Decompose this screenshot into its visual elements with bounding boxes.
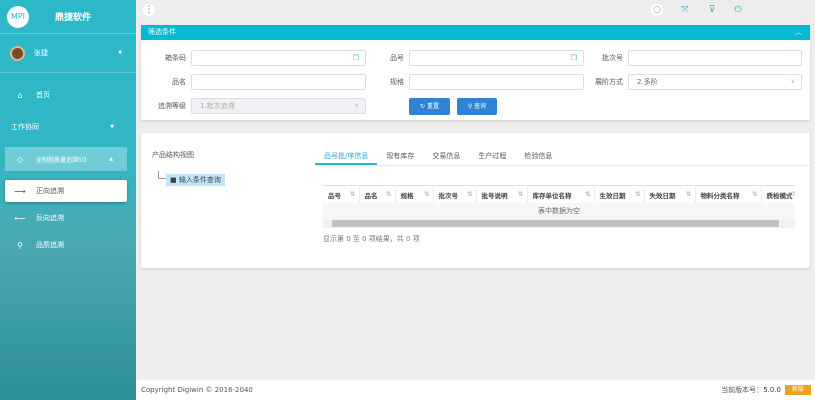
column-header[interactable]: 失效日期 ⇅ <box>644 185 696 203</box>
filter-panel-header[interactable]: 筛选条件 ︿ <box>141 25 810 40</box>
sidebar-item-label: 品质追溯 <box>36 241 64 249</box>
sort-icon[interactable]: ⇅ <box>350 190 355 198</box>
arrow-left-icon: ⟵ <box>14 213 26 223</box>
sidebar-item-quality-trace[interactable]: ⚲ 品质追溯 <box>0 234 136 256</box>
sort-icon[interactable]: ⇅ <box>467 190 472 198</box>
reset-button[interactable]: ↻ 重置 <box>409 98 450 115</box>
menu-icon[interactable]: ⋮ <box>143 4 155 16</box>
panel-title: 筛选条件 <box>148 28 176 36</box>
sidebar-item-trace5d[interactable]: ◇ 全制程质量追溯5D ▲ <box>5 147 127 171</box>
sort-icon[interactable]: ⇅ <box>518 190 523 198</box>
version: 当前版本号：5.0.0 <box>721 386 781 394</box>
item-name-input[interactable] <box>191 74 366 90</box>
column-header[interactable]: 品名 ⇅ <box>359 185 396 203</box>
sidebar-item-label: 工作协同 <box>11 123 39 131</box>
chevron-up-icon[interactable]: ︿ <box>795 25 802 40</box>
item-no-input[interactable]: ❐ <box>409 50 584 66</box>
column-header[interactable]: 规格 ⇅ <box>395 185 434 203</box>
diamond-icon: ◇ <box>16 154 24 164</box>
result-panel: 产品结构视图 ■ 输入条件查询 品号批/序信息 现有库存 交易信息 生产过程 检… <box>141 133 810 268</box>
tab-inspection[interactable]: 检验信息 <box>515 149 561 165</box>
sidebar-item-collab[interactable]: 工作协同 ▼ <box>0 116 136 138</box>
result-tabs: 品号批/序信息 现有库存 交易信息 生产过程 检验信息 <box>315 149 810 166</box>
column-header[interactable]: 品号 ⇅ <box>323 185 360 203</box>
user-name: 张捷 <box>34 49 48 57</box>
user-menu[interactable]: 张捷 ▼ <box>0 34 136 73</box>
sidebar: MPI 鼎捷软件 张捷 ▼ ⌂ 首页 工作协同 ▼ ◇ 全制程质量追溯5D ▲ ⟶ 正向追溯 … <box>0 0 136 400</box>
filter-panel: 筛选条件 ︿ 箱条码 ❐ 品号 ❐ 批次号 品名 规格 展阶方式 2.多阶 ∨ 追溯… <box>141 25 810 120</box>
arrow-right-icon: ⟶ <box>14 186 26 196</box>
refresh-icon: ↻ <box>420 103 427 110</box>
sidebar-item-forward-trace[interactable]: ⟶ 正向追溯 <box>5 180 127 202</box>
tree-title: 产品结构视图 <box>152 151 194 159</box>
table-summary: 显示第 0 至 0 项结果，共 0 项 <box>323 235 420 243</box>
barcode-input[interactable]: ❐ <box>191 50 366 66</box>
sidebar-item-label: 正向追溯 <box>36 187 64 195</box>
tree-node[interactable]: ■ 输入条件查询 <box>166 174 225 186</box>
caret-down-icon: ▼ <box>118 50 122 56</box>
horizontal-scrollbar[interactable] <box>323 219 795 228</box>
result-table: 品号 ⇅ 品名 ⇅ 规格 ⇅ 批次号 ⇅ 批号说明 ⇅ 库存单位名称 ⇅ 生效日期 ⇅ 失效日期 ⇅ 物料分类名… <box>323 185 795 203</box>
caret-up-icon: ▲ <box>109 156 113 162</box>
logo: MPI 鼎捷软件 <box>0 0 136 34</box>
sidebar-item-home[interactable]: ⌂ 首页 <box>0 84 136 106</box>
sidebar-item-label: 全制程质量追溯5D <box>36 156 87 164</box>
brand-name: 鼎捷软件 <box>55 13 92 23</box>
filter-icon[interactable]: ⊽ <box>706 4 718 16</box>
sort-icon[interactable]: ⇅ <box>635 190 640 198</box>
tab-batch-info[interactable]: 品号批/序信息 <box>315 149 378 165</box>
sidebar-item-reverse-trace[interactable]: ⟵ 反向追溯 <box>0 207 136 229</box>
empty-message: 表中数据为空 <box>323 203 795 219</box>
search-icon: ⚲ <box>17 240 23 250</box>
tab-transactions[interactable]: 交易信息 <box>423 149 469 165</box>
item-name-label: 品名 <box>172 78 186 86</box>
home-icon: ⌂ <box>17 90 23 100</box>
fullscreen-icon[interactable]: ⤧ <box>679 4 691 16</box>
barcode-label: 箱条码 <box>165 54 186 62</box>
sort-icon[interactable]: ⇅ <box>752 190 757 198</box>
footer: Copyright Digiwin © 2016-2040 当前版本号：5.0.… <box>136 380 815 400</box>
table-header-wrap: 品号 ⇅ 品名 ⇅ 规格 ⇅ 批次号 ⇅ 批号说明 ⇅ 库存单位名称 ⇅ 生效日期 ⇅ 失效日期 ⇅ 物料分类名… <box>323 185 795 203</box>
tab-production[interactable]: 生产过程 <box>469 149 515 165</box>
column-header[interactable]: 批次号 ⇅ <box>433 185 477 203</box>
topbar: ⋮ ○ ⤧ ⊽ ⏻ <box>136 0 815 20</box>
chevron-down-icon: ∨ <box>790 78 795 85</box>
tab-inventory[interactable]: 现有库存 <box>377 149 423 165</box>
column-header[interactable]: 库存单位名称 ⇅ <box>527 185 595 203</box>
sort-icon[interactable]: ⇅ <box>585 190 590 198</box>
spec-input[interactable] <box>409 74 584 90</box>
chevron-down-icon: ∨ <box>354 102 359 109</box>
sort-icon[interactable]: ⇅ <box>792 190 795 198</box>
sidebar-item-label: 反向追溯 <box>36 214 64 222</box>
batch-no-input[interactable] <box>628 50 802 66</box>
scrollbar-thumb[interactable] <box>332 220 779 227</box>
column-header[interactable]: 质检模式⇅ <box>761 185 795 203</box>
logo-mark: MPI <box>7 5 29 28</box>
trace-level-select[interactable]: 1.批次追溯 ∨ <box>191 98 366 114</box>
power-icon[interactable]: ⏻ <box>732 4 744 16</box>
sort-icon[interactable]: ⇅ <box>686 190 691 198</box>
column-header[interactable]: 批号说明 ⇅ <box>476 185 528 203</box>
spec-label: 规格 <box>390 78 404 86</box>
query-button[interactable]: ⚲ 查询 <box>457 98 497 115</box>
avatar <box>10 45 25 61</box>
item-no-label: 品号 <box>390 54 404 62</box>
sort-icon[interactable]: ⇅ <box>386 190 391 198</box>
new-version-badge[interactable]: 新版 <box>785 385 811 395</box>
column-header[interactable]: 物料分类名称 ⇅ <box>695 185 762 203</box>
sort-icon[interactable]: ⇅ <box>424 190 429 198</box>
level-mode-label: 展阶方式 <box>595 78 623 86</box>
column-header[interactable]: 生效日期 ⇅ <box>594 185 645 203</box>
level-mode-select[interactable]: 2.多阶 ∨ <box>628 74 802 90</box>
sidebar-item-label: 首页 <box>36 91 50 99</box>
folder-icon: ■ <box>170 176 179 184</box>
copyright: Copyright Digiwin © 2016-2040 <box>141 386 253 394</box>
search-icon[interactable]: ○ <box>651 4 663 16</box>
caret-down-icon: ▼ <box>110 124 114 130</box>
batch-no-label: 批次号 <box>602 54 623 62</box>
trace-level-label: 追溯等级 <box>158 102 186 110</box>
